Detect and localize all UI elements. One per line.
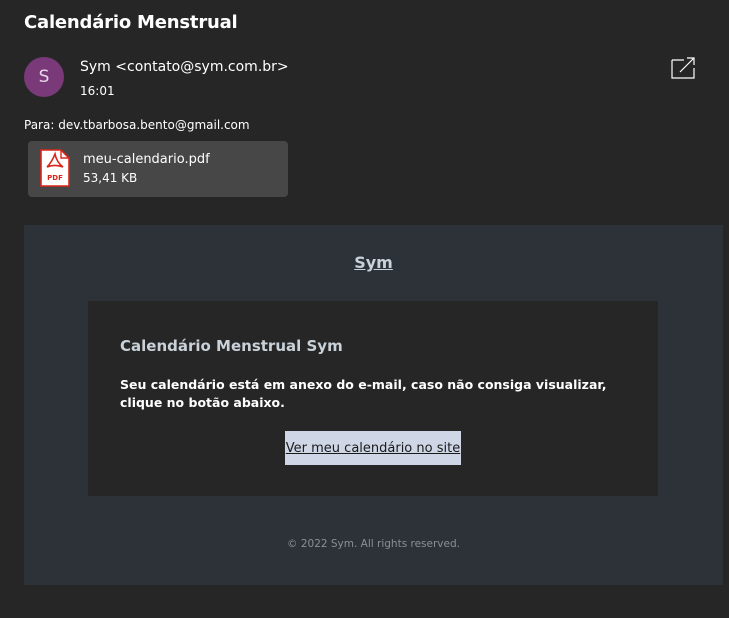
recipient-line: Para: dev.tbarbosa.bento@gmail.com bbox=[24, 118, 250, 132]
pdf-file-icon: PDF bbox=[40, 149, 70, 187]
attachment-card[interactable]: PDF meu-calendario.pdf 53,41 KB bbox=[28, 141, 288, 197]
message-card: Calendário Menstrual Sym Seu calendário … bbox=[88, 301, 658, 496]
attachment-name: meu-calendario.pdf bbox=[83, 152, 210, 167]
email-subject: Calendário Menstrual bbox=[24, 12, 238, 33]
email-time: 16:01 bbox=[80, 84, 115, 98]
email-body: Sym Calendário Menstrual Sym Seu calendá… bbox=[24, 225, 723, 585]
avatar-initial: S bbox=[38, 67, 50, 87]
attachment-size: 53,41 KB bbox=[83, 171, 138, 185]
sender-avatar: S bbox=[24, 57, 64, 97]
brand-link[interactable]: Sym bbox=[24, 253, 723, 272]
card-text: Seu calendário está em anexo do e-mail, … bbox=[120, 377, 607, 410]
pdf-icon-label: PDF bbox=[47, 174, 63, 182]
open-in-new-window-icon[interactable] bbox=[670, 56, 698, 80]
card-title: Calendário Menstrual Sym bbox=[120, 337, 343, 355]
view-calendar-button[interactable]: Ver meu calendário no site bbox=[285, 431, 461, 465]
sender-name[interactable]: Sym <contato@sym.com.br> bbox=[80, 59, 289, 75]
email-footer: © 2022 Sym. All rights reserved. bbox=[287, 538, 460, 550]
